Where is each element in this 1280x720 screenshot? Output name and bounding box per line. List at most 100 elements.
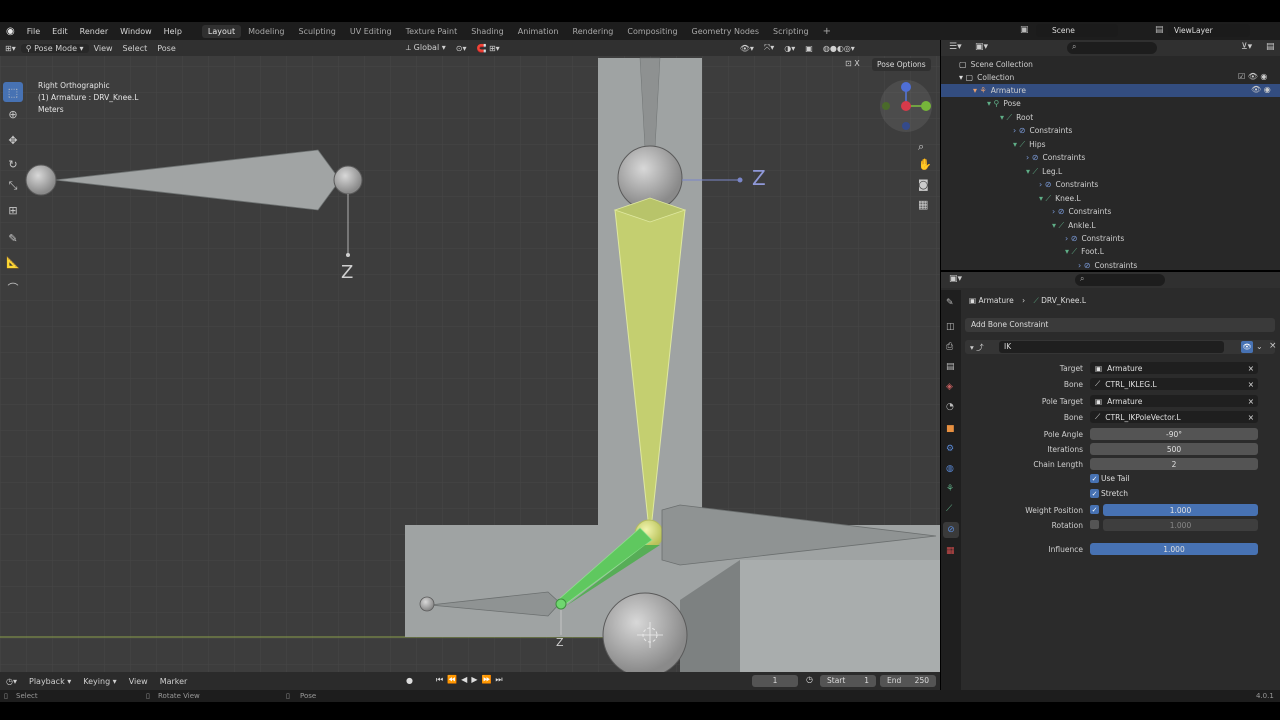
iterations-field[interactable]: 500	[1090, 443, 1258, 455]
visibility-toggle-icons[interactable]: ☑ 👁 ◉	[1238, 72, 1267, 81]
overlay-toggle-icon[interactable]: ◑▾	[779, 44, 800, 53]
outliner-row-armature[interactable]: ▾ ⚘ Armature	[941, 84, 1280, 97]
menu-help[interactable]: Help	[158, 27, 188, 36]
3d-viewport[interactable]: Z Z Z Right Orthographic (1) Armature : …	[0, 40, 940, 672]
scene-selector[interactable]: Scene	[1036, 24, 1118, 37]
add-bone-constraint-button[interactable]: Add Bone Constraint	[965, 318, 1275, 332]
scale-tool-icon[interactable]: ⤡	[3, 176, 23, 196]
outliner-row-scene-collection[interactable]: ▢ Scene Collection	[959, 58, 1033, 71]
zoom-icon[interactable]: ⌕	[918, 140, 924, 154]
snap-settings-icon[interactable]: ⊡ X	[845, 59, 860, 68]
outliner-row-constraints[interactable]: › ⊘ Constraints	[1013, 124, 1072, 137]
tab-compositing[interactable]: Compositing	[620, 27, 684, 36]
stretch-checkbox[interactable]: ✓	[1090, 489, 1099, 498]
outliner-search-input[interactable]: ⌕	[1067, 42, 1157, 54]
outliner-row-pose[interactable]: ▾ ⚲ Pose	[987, 97, 1021, 110]
properties-search-input[interactable]: ⌕	[1075, 274, 1165, 286]
outliner-row-ankle[interactable]: ▾ ⟋ Ankle.L	[1052, 219, 1096, 232]
constraint-name-input[interactable]: IK	[999, 341, 1224, 353]
clear-icon[interactable]: ×	[1248, 380, 1258, 389]
tab-uv-editing[interactable]: UV Editing	[343, 27, 399, 36]
outliner-row-constraints[interactable]: › ⊘ Constraints	[1065, 232, 1124, 245]
annotate-tool-icon[interactable]: ✎	[3, 228, 23, 248]
modifiers-tab-icon[interactable]: ⚙	[946, 444, 954, 454]
visibility-icon[interactable]: 👁▾	[735, 44, 759, 53]
outliner-row-hips[interactable]: ▾ ⟋ Hips	[1013, 138, 1046, 151]
pose-options-button[interactable]: Pose Options	[872, 58, 931, 71]
tab-modeling[interactable]: Modeling	[241, 27, 291, 36]
rotation-field[interactable]: 1.000	[1103, 519, 1258, 531]
select-box-tool-icon[interactable]: ⬚	[3, 82, 23, 102]
outliner-row-constraints[interactable]: › ⊘ Constraints	[1052, 205, 1111, 218]
pole-angle-field[interactable]: -90°	[1090, 428, 1258, 440]
snap-icon[interactable]: 🧲 ⊞▾	[471, 44, 504, 53]
xray-toggle-icon[interactable]: ▣	[800, 44, 818, 53]
scene-icon[interactable]: ▣	[1020, 25, 1029, 35]
pole-bone-field[interactable]: ⟋ CTRL_IKPoleVector.L ×	[1090, 411, 1258, 423]
editor-type-icon[interactable]: ⊞▾	[0, 44, 21, 53]
tab-scripting[interactable]: Scripting	[766, 27, 816, 36]
tab-animation[interactable]: Animation	[511, 27, 566, 36]
gizmo-toggle-icon[interactable]: ⤧▾	[759, 43, 779, 53]
transform-orientation-selector[interactable]: ⟂ Global ▾	[401, 43, 451, 53]
cursor-tool-icon[interactable]: ⊕	[3, 104, 23, 124]
transform-tool-icon[interactable]: ⊞	[3, 200, 23, 220]
render-tab-icon[interactable]: ◫	[946, 322, 955, 332]
preview-range-icon[interactable]: ◷	[806, 675, 813, 684]
pivot-icon[interactable]: ⊙▾	[451, 44, 472, 53]
outliner-row-constraints[interactable]: › ⊘ Constraints	[1078, 259, 1137, 270]
physics-tab-icon[interactable]: ◍	[946, 464, 954, 474]
menu-render[interactable]: Render	[74, 27, 114, 36]
menu-window[interactable]: Window	[114, 27, 158, 36]
bone-tab-icon[interactable]: ⟋	[946, 504, 952, 514]
mode-selector[interactable]: ⚲ Pose Mode ▾	[20, 43, 89, 53]
use-tail-checkbox[interactable]: ✓	[1090, 474, 1099, 483]
object-tab-icon[interactable]: ■	[946, 424, 955, 434]
display-mode-icon[interactable]: ▣▾	[975, 42, 988, 52]
record-icon[interactable]: ●	[406, 676, 413, 685]
outliner-row-leg[interactable]: ▾ ⟋ Leg.L	[1026, 165, 1062, 178]
chain-length-field[interactable]: 2	[1090, 458, 1258, 470]
outliner-row-knee[interactable]: ▾ ⟋ Knee.L	[1039, 192, 1081, 205]
timeline-view-menu[interactable]: View	[123, 677, 154, 686]
measure-tool-icon[interactable]: 📐	[3, 252, 23, 272]
texture-tab-icon[interactable]: ▦	[946, 546, 955, 556]
add-workspace-icon[interactable]: +	[816, 26, 838, 37]
constraint-delete-icon[interactable]: ×	[1269, 341, 1277, 351]
keying-menu[interactable]: Keying ▾	[77, 677, 122, 686]
rotation-checkbox[interactable]	[1090, 520, 1099, 529]
view-layer-selector[interactable]: ViewLayer	[1168, 24, 1250, 37]
menu-file[interactable]: File	[21, 27, 46, 36]
output-tab-icon[interactable]: ⎙	[946, 342, 953, 352]
menu-edit[interactable]: Edit	[46, 27, 74, 36]
camera-icon[interactable]: ◙	[918, 178, 929, 191]
relax-pose-tool-icon[interactable]: ⌒	[3, 278, 23, 298]
constraint-enable-eye-icon[interactable]: 👁	[1241, 341, 1253, 353]
playback-controls-icon[interactable]: ⏮⏪◀▶⏩⏭	[436, 675, 507, 685]
clear-icon[interactable]: ×	[1248, 364, 1258, 373]
bone-constraint-tab-icon[interactable]: ⊘	[943, 522, 959, 538]
menu-pose[interactable]: Pose	[152, 44, 181, 53]
shading-modes-icon[interactable]: ◍●◐◎▾	[818, 44, 860, 53]
menu-view[interactable]: View	[89, 44, 118, 53]
outliner-row-root[interactable]: ▾ ⟋ Root	[1000, 111, 1033, 124]
constraint-menu-icon[interactable]: ⌄	[1256, 342, 1263, 351]
blender-logo-icon[interactable]: ◉	[0, 26, 21, 37]
outliner-row-foot[interactable]: ▾ ⟋ Foot.L	[1065, 245, 1104, 258]
tab-rendering[interactable]: Rendering	[566, 27, 621, 36]
outliner-row-constraints[interactable]: › ⊘ Constraints	[1039, 178, 1098, 191]
properties-editor-icon[interactable]: ▣▾	[949, 274, 962, 284]
outliner-row-collection[interactable]: ▾ ▢ Collection	[959, 71, 1014, 84]
tool-tab-icon[interactable]: ✎	[946, 298, 954, 308]
collapse-chevron-icon[interactable]: ▾ ⤴	[970, 342, 984, 353]
influence-field[interactable]: 1.000	[1090, 543, 1258, 555]
view-layer-icon[interactable]: ▤	[1155, 25, 1164, 35]
menu-select[interactable]: Select	[118, 44, 153, 53]
start-frame-field[interactable]: Start 1	[820, 675, 876, 687]
weight-position-checkbox[interactable]: ✓	[1090, 505, 1099, 514]
clear-icon[interactable]: ×	[1248, 397, 1258, 406]
navigation-gizmo[interactable]	[880, 80, 932, 132]
scene-tab-icon[interactable]: ◈	[946, 382, 953, 392]
marker-menu[interactable]: Marker	[154, 677, 194, 686]
tab-geometry-nodes[interactable]: Geometry Nodes	[685, 27, 766, 36]
